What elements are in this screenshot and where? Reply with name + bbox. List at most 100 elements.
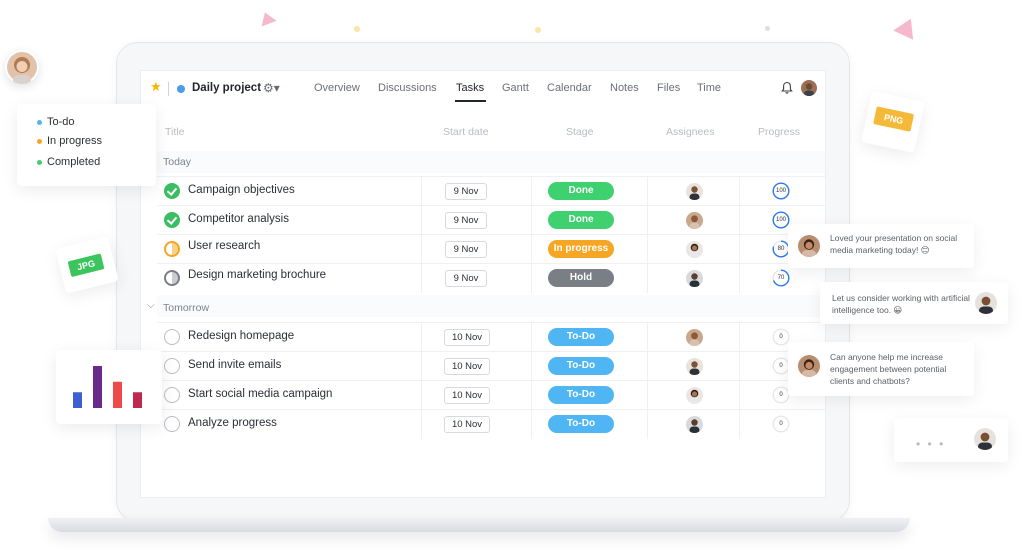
typing-dots-icon: • • •	[916, 437, 946, 451]
tab-tasks[interactable]: Tasks	[456, 82, 484, 94]
avatar[interactable]	[686, 358, 703, 375]
bell-icon[interactable]	[781, 81, 793, 95]
date-field[interactable]: 9 Nov	[445, 241, 487, 258]
stage-badge[interactable]: Done	[548, 211, 614, 229]
star-icon[interactable]: ★	[150, 80, 162, 93]
table-row[interactable]: Send invite emails 10 Nov To-Do 0	[157, 351, 825, 381]
mini-chart-bar	[133, 392, 142, 408]
tab-overview[interactable]: Overview	[314, 82, 360, 94]
column-header-progress[interactable]: Progress	[758, 126, 800, 138]
chat-message-card: Let us consider working with artificial …	[820, 282, 1008, 324]
tab-discussions[interactable]: Discussions	[378, 82, 437, 94]
todo-status-icon[interactable]	[164, 387, 180, 403]
task-title[interactable]: Competitor analysis	[188, 213, 289, 225]
avatar[interactable]	[686, 212, 703, 229]
tab-gantt[interactable]: Gantt	[502, 82, 529, 94]
task-title[interactable]: Start social media campaign	[188, 388, 332, 400]
hold-status-icon[interactable]	[164, 270, 180, 286]
task-title[interactable]: Campaign objectives	[188, 184, 295, 196]
table-row[interactable]: Analyze progress 10 Nov To-Do 0	[157, 409, 825, 439]
tab-notes[interactable]: Notes	[610, 82, 639, 94]
date-field[interactable]: 10 Nov	[444, 387, 490, 404]
legend-dot	[37, 120, 42, 125]
table-row[interactable]: User research 9 Nov In progress 80	[157, 234, 825, 264]
chat-message-text: Can anyone help me increase engagement b…	[830, 352, 947, 386]
column-header-title[interactable]: Title	[165, 126, 184, 138]
jpg-badge: JPG	[67, 253, 105, 278]
avatar[interactable]	[686, 183, 703, 200]
todo-status-icon[interactable]	[164, 358, 180, 374]
avatar[interactable]	[686, 387, 703, 404]
avatar[interactable]	[801, 80, 817, 96]
section-header-bg	[157, 295, 825, 317]
date-field[interactable]: 9 Nov	[445, 183, 487, 200]
project-title[interactable]: Daily project	[192, 82, 261, 94]
confetti-triangle	[257, 9, 277, 27]
task-title[interactable]: Design marketing brochure	[188, 269, 326, 281]
date-field[interactable]: 10 Nov	[444, 416, 490, 433]
task-title[interactable]: User research	[188, 240, 260, 252]
table-row[interactable]: Campaign objectives 9 Nov Done 100	[157, 176, 825, 206]
stage-badge[interactable]: To-Do	[548, 328, 614, 346]
task-title[interactable]: Redesign homepage	[188, 330, 294, 342]
date-field[interactable]: 10 Nov	[444, 358, 490, 375]
date-field[interactable]: 9 Nov	[445, 212, 487, 229]
legend-dot	[37, 139, 42, 144]
stage-badge[interactable]: In progress	[548, 240, 614, 258]
table-row[interactable]: Design marketing brochure 9 Nov Hold 70	[157, 263, 825, 293]
tab-calendar[interactable]: Calendar	[547, 82, 592, 94]
legend-item-completed: Completed	[37, 156, 101, 168]
chat-message-text: Loved your presentation on social media …	[830, 233, 958, 255]
avatar[interactable]	[686, 270, 703, 287]
confetti-dot	[765, 26, 770, 31]
stage-badge[interactable]: Hold	[548, 269, 614, 287]
date-field[interactable]: 9 Nov	[445, 270, 487, 287]
legend-card: To-do In progress Completed	[17, 104, 156, 186]
progress-value: 100	[775, 188, 786, 194]
legend-item-in-progress: In progress	[37, 135, 102, 147]
typing-indicator-card: • • •	[894, 418, 1008, 462]
stage-badge[interactable]: Done	[548, 182, 614, 200]
section-label-tomorrow[interactable]: Tomorrow	[163, 302, 209, 314]
table-row[interactable]: Start social media campaign 10 Nov To-Do…	[157, 380, 825, 410]
section-label-today[interactable]: Today	[163, 156, 191, 168]
avatar	[974, 428, 996, 450]
stage-badge[interactable]: To-Do	[548, 357, 614, 375]
column-header-start-date[interactable]: Start date	[443, 126, 489, 138]
task-title[interactable]: Send invite emails	[188, 359, 281, 371]
progress-value: 70	[777, 275, 785, 281]
tab-files[interactable]: Files	[657, 82, 680, 94]
stage-badge[interactable]: To-Do	[548, 415, 614, 433]
legend-label: Completed	[47, 156, 101, 168]
mini-chart-bar	[73, 392, 82, 408]
done-status-icon[interactable]	[164, 183, 180, 199]
avatar[interactable]	[686, 241, 703, 258]
column-header-stage[interactable]: Stage	[566, 126, 593, 138]
in-progress-status-icon[interactable]	[164, 241, 180, 257]
legend-item-todo: To-do	[37, 116, 75, 128]
chat-message-card: Can anyone help me increase engagement b…	[788, 342, 974, 396]
progress-indicator: 0	[772, 415, 790, 433]
todo-status-icon[interactable]	[164, 416, 180, 432]
done-status-icon[interactable]	[164, 212, 180, 228]
todo-status-icon[interactable]	[164, 329, 180, 345]
gear-icon[interactable]: ⚙▾	[263, 81, 280, 95]
legend-label: To-do	[47, 116, 75, 128]
mini-chart-bar	[113, 381, 122, 408]
table-row[interactable]: Redesign homepage 10 Nov To-Do 0	[157, 322, 825, 352]
chevron-down-icon[interactable]: ⌵	[147, 300, 155, 311]
divider	[168, 82, 169, 96]
column-header-assignees[interactable]: Assignees	[666, 126, 714, 138]
date-field[interactable]: 10 Nov	[444, 329, 490, 346]
table-row[interactable]: Competitor analysis 9 Nov Done 100	[157, 205, 825, 235]
avatar[interactable]	[686, 329, 703, 346]
mini-bar-chart	[73, 366, 142, 408]
chat-message-card: Loved your presentation on social media …	[788, 224, 974, 268]
avatar[interactable]	[686, 416, 703, 433]
top-bar: ★ Daily project ⚙▾ Overview Discussions …	[141, 71, 825, 107]
task-title[interactable]: Analyze progress	[188, 417, 277, 429]
stage-badge[interactable]: To-Do	[548, 386, 614, 404]
tab-time[interactable]: Time	[697, 82, 721, 94]
png-badge: PNG	[873, 106, 915, 132]
legend-dot	[37, 160, 42, 165]
